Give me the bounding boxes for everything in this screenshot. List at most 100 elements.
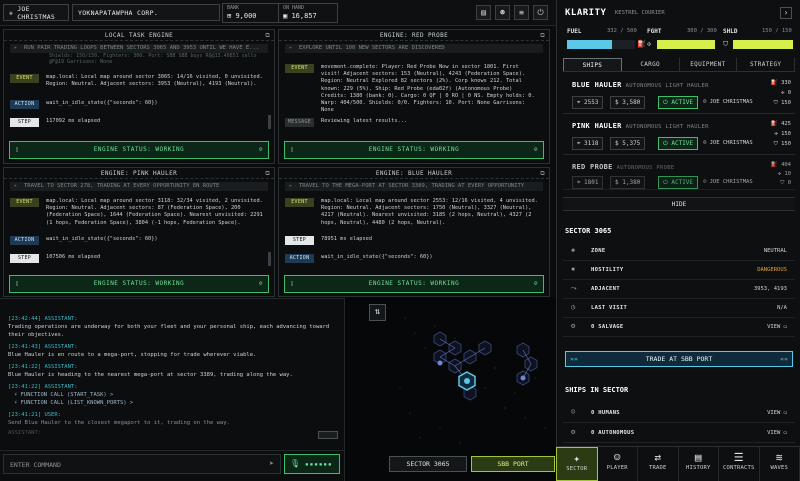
scrolled-text: Shields: 150/150. Fighters: 300. Port: S… (49, 53, 257, 65)
shields-bar (733, 40, 793, 49)
timestamp: [23:41:43] (8, 344, 42, 350)
command-placeholder: ENTER COMMAND (10, 461, 61, 469)
action-tag: ACTION (10, 236, 39, 245)
terminal-icon[interactable]: ▤ (476, 5, 491, 20)
panel-title: ENGINE: RED PROBE (379, 32, 449, 39)
tab-ships[interactable]: SHIPS (563, 58, 622, 71)
hide-button[interactable]: HIDE (563, 197, 795, 211)
nav-trade[interactable]: ⇄ TRADE (638, 447, 679, 481)
log-row: STEP 107506 ms elapsed (10, 254, 266, 263)
log-row: ACTION wait_in_idle_state({"seconds": 60}… (285, 254, 541, 263)
sector-row-salvage[interactable]: ⚙ 0 SALVAGE VIEW ▭ (563, 318, 795, 337)
ship-card[interactable]: PINK HAULER AUTONOMOUS LIGHT HAULER ⌖ 311… (563, 117, 795, 155)
corp-name-chip[interactable]: YOKNAPATAWPHA CORP. (72, 4, 220, 21)
compass-icon: ✦ (573, 452, 581, 465)
sis-row-humans[interactable]: ☺ 0 HUMANS VIEW ▭ (563, 404, 795, 423)
log-text: map.local: Local map around sector 2553:… (321, 198, 538, 226)
sector-map[interactable]: ⇅ SECTOR 3065 SBB PORT (344, 298, 556, 481)
stop-icon[interactable]: ⊘ (534, 276, 538, 292)
player-name-chip[interactable]: ◈ JOE CHRISTMAS (3, 4, 69, 21)
step-tag: STEP (285, 236, 314, 245)
stat-fuel: ⛽ 330 (770, 80, 791, 86)
stop-icon[interactable]: ⊘ (259, 142, 263, 158)
status-badge: ⏻ ACTIVE (658, 137, 699, 150)
sector-row-zone: ◈ ZONE NEUTRAL (563, 242, 795, 261)
nav-waves[interactable]: ≋ WAVES (760, 447, 800, 481)
bracket-icon: ▯ (15, 146, 20, 153)
command-bar: ENTER COMMAND ➤ 🎙 ▪▪▪▪▪▪ (0, 450, 344, 481)
chat-log: [23:42:44] ASSISTANT: Trading operations… (0, 298, 344, 449)
scrollbar[interactable] (268, 115, 271, 129)
stat-shields: ⛉ 150 (773, 100, 791, 106)
status-badge: ⏻ ACTIVE (658, 176, 699, 189)
ship-card[interactable]: RED PROBE AUTONOMOUS PROBE ⌖ 1801 $ 1,380… (563, 158, 795, 190)
tab-equipment[interactable]: EQUIPMENT (680, 58, 738, 71)
nav-history[interactable]: ▤ HISTORY (679, 447, 719, 481)
log-row: STEP 117092 ms elapsed (10, 118, 266, 127)
settings-sliders-icon[interactable]: ≡ (514, 5, 529, 20)
owner-label: ☺ JOE CHRISTMAS (703, 179, 753, 185)
onhand-label: ON HAND (283, 5, 305, 11)
copy-icon[interactable]: ⧉ (540, 168, 545, 179)
stop-icon[interactable]: ⊘ (259, 276, 263, 292)
stat-fighters: ✣ 0 (781, 90, 791, 96)
function-call-list-ports[interactable]: ⚡ FUNCTION CALL (LIST_KNOWN_PORTS) > (14, 399, 133, 407)
right-panel: KLARITY KESTREL COURIER › FUEL 332 / 500… (556, 0, 800, 481)
trade-icon: ⇄ (654, 451, 662, 464)
voice-button[interactable]: 🎙 ▪▪▪▪▪▪ (284, 454, 340, 474)
copy-icon[interactable]: ⧉ (540, 30, 545, 41)
log-row: MESSAGE Reviewing latest results... (285, 118, 541, 127)
event-tag: EVENT (10, 74, 39, 83)
stat-fuel: ⛽ 425 (770, 121, 791, 127)
speaker: ASSISTANT: (44, 344, 78, 350)
port-button[interactable]: SBB PORT (471, 456, 555, 472)
engine-status: ▯ ENGINE STATUS: WORKING ⊘ (284, 141, 544, 159)
function-call-start-task[interactable]: ⚡ FUNCTION CALL (START_TASK) > (14, 391, 113, 399)
send-icon[interactable]: ➤ (269, 459, 274, 468)
chevron-right-icon[interactable]: › (780, 7, 792, 19)
timestamp: [23:41:22] (8, 364, 42, 370)
scrollbar[interactable] (268, 252, 271, 266)
action-tag: ACTION (285, 254, 314, 263)
engine-status: ▯ ENGINE STATUS: WORKING ⊘ (9, 275, 269, 293)
ship-card[interactable]: BLUE HAULER AUTONOMOUS LIGHT HAULER ⌖ 255… (563, 76, 795, 114)
task-panel-blue-hauler: ENGINE: BLUE HAULER ⧉ TRAVEL TO THE MEGA-… (278, 167, 550, 297)
sis-row-autonomous[interactable]: ⚙ 0 AUTONOMOUS VIEW ▭ (563, 424, 795, 443)
stat-fuel: ⛽ 404 (770, 162, 791, 168)
credits-pill: $ 5,375 (610, 137, 646, 150)
nav-sector[interactable]: ✦ SECTOR (556, 447, 598, 481)
ship-name: RED PROBE AUTONOMOUS PROBE (572, 163, 675, 171)
stop-icon[interactable]: ⊘ (534, 142, 538, 158)
sector-button[interactable]: SECTOR 3065 (389, 456, 467, 472)
ship-name: BLUE HAULER AUTONOMOUS LIGHT HAULER (572, 81, 709, 89)
nav-contracts[interactable]: ☰ CONTRACTS (719, 447, 760, 481)
speaker: ASSISTANT: (44, 384, 78, 390)
microphone-icon: 🎙 (290, 459, 301, 468)
copy-icon[interactable]: ⧉ (265, 168, 270, 179)
fuel-readout: 332 / 500 (607, 28, 637, 34)
power-icon[interactable]: ⏻ (533, 5, 548, 20)
nav-player[interactable]: ☺ PLAYER (598, 447, 638, 481)
log-text: Reviewing latest results... (321, 118, 408, 124)
command-input[interactable]: ENTER COMMAND ➤ (3, 454, 281, 474)
chat-message: [23:41:22] ASSISTANT: (8, 383, 78, 391)
player-icon: ☺ (613, 451, 621, 464)
robot-icon[interactable]: ☻ (495, 5, 510, 20)
copy-icon[interactable]: ⧉ (265, 30, 270, 41)
trade-button[interactable]: »» TRADE AT SBB PORT «« (565, 351, 793, 367)
step-tag: STEP (10, 118, 39, 127)
hex-map[interactable] (345, 298, 557, 458)
tab-cargo[interactable]: CARGO (622, 58, 680, 71)
ship-title: KLARITY (565, 8, 607, 18)
chat-message: [23:42:44] ASSISTANT: (8, 315, 78, 323)
speaker: ASSISTANT: (44, 364, 78, 370)
chat-text: Send Blue Hauler to the closest megaport… (8, 420, 230, 426)
human-icon: ☺ (571, 408, 576, 416)
waves-icon: ≋ (775, 451, 783, 464)
player-icon: ◈ (9, 8, 14, 17)
toggle-switch[interactable] (318, 431, 338, 439)
bracket-icon: ▯ (290, 280, 295, 287)
sector-row-hostility: ✸ HOSTILITY DANGEROUS (563, 261, 795, 280)
tab-strategy[interactable]: STRATEGY (737, 58, 795, 71)
credits-pill: $ 1,380 (610, 176, 646, 189)
